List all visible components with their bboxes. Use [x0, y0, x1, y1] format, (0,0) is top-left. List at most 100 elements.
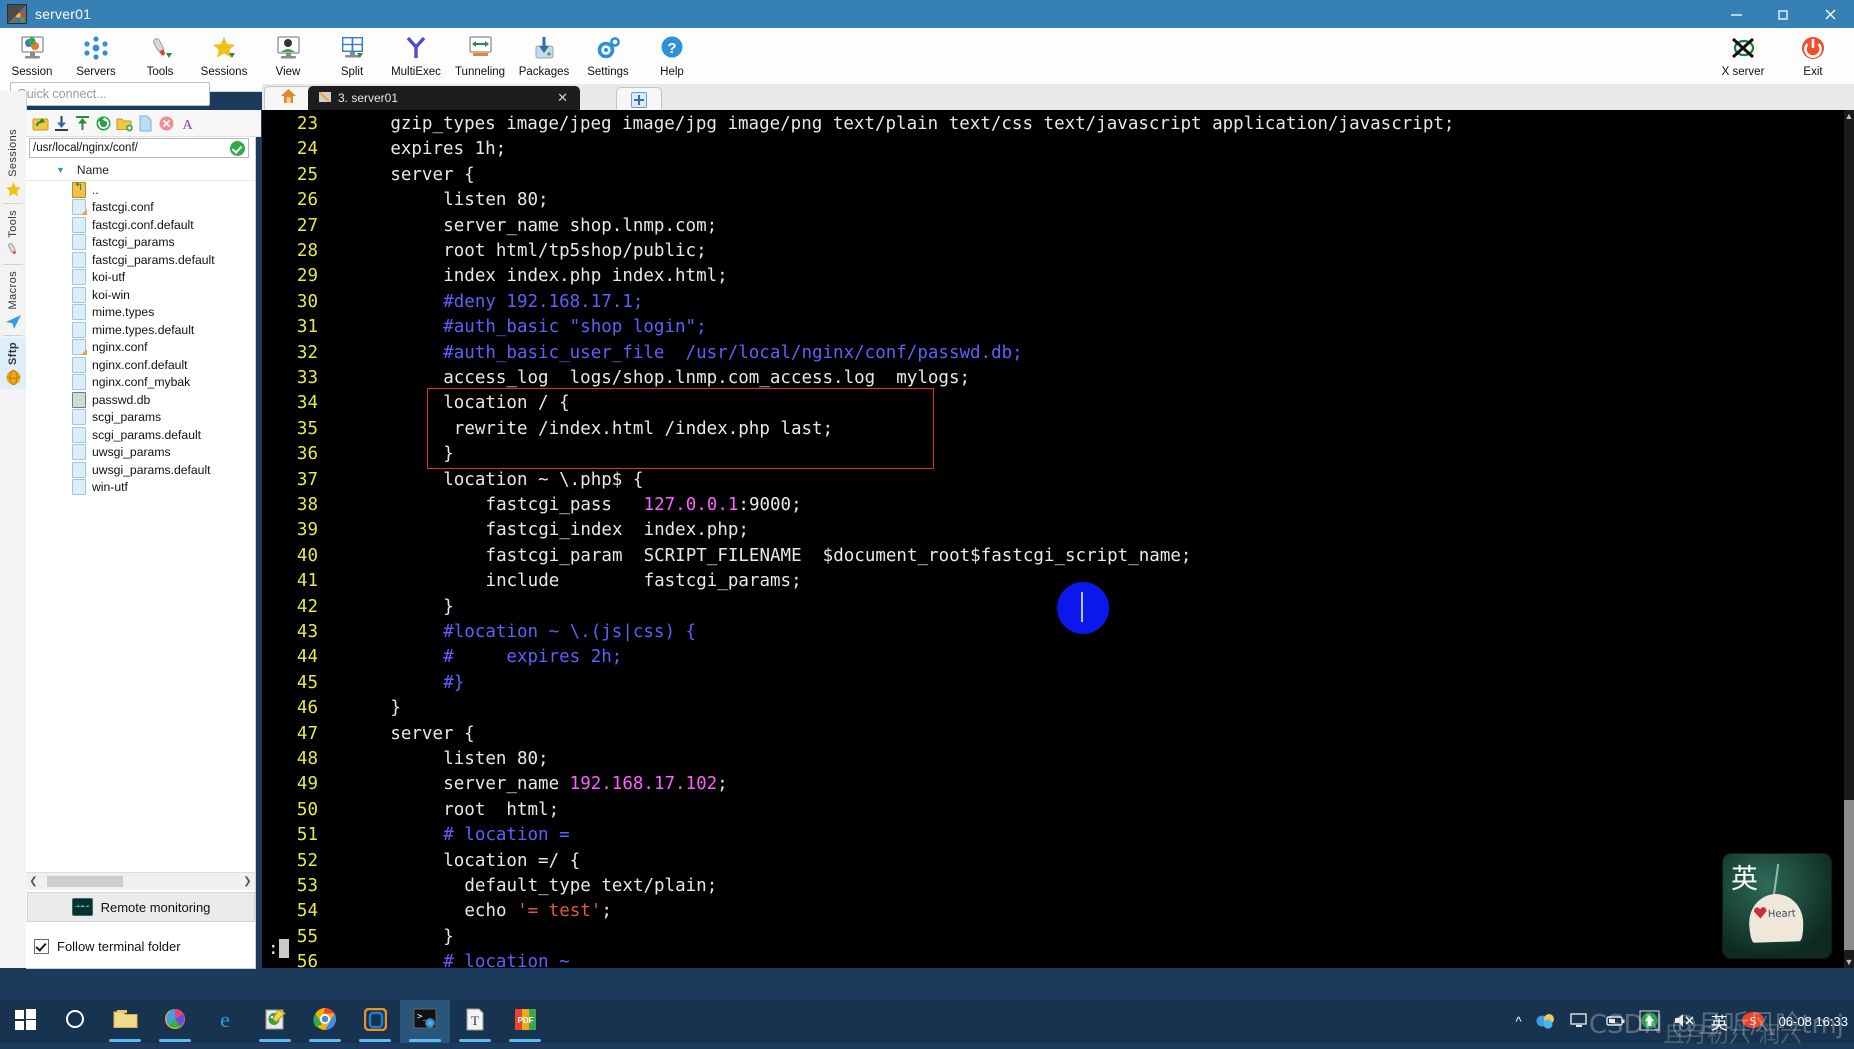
up-arrow-circle-icon[interactable]: [1639, 1010, 1660, 1034]
list-item[interactable]: uwsgi_params.default: [26, 461, 255, 479]
sftp-toolbar: A: [26, 110, 261, 137]
remote-monitoring-button[interactable]: Remote monitoring: [27, 892, 255, 922]
sogou-icon[interactable]: S: [1741, 1010, 1766, 1033]
ime-floating-panel[interactable]: 英: [1722, 853, 1832, 959]
clock-date-time: 06-08 16:33: [1778, 1014, 1848, 1029]
tab-server01[interactable]: 3. server01 ✕: [308, 86, 580, 110]
ribbon-session[interactable]: Session: [0, 30, 64, 78]
monitor-icon[interactable]: [1569, 1012, 1590, 1032]
ribbon-exit[interactable]: Exit: [1778, 30, 1848, 78]
vmware-button[interactable]: [350, 1000, 400, 1043]
sidebar-item-macros[interactable]: Macros: [0, 267, 26, 333]
follow-terminal-folder-checkbox[interactable]: Follow terminal folder: [34, 939, 181, 954]
quick-connect-input[interactable]: Quick connect...: [10, 82, 210, 106]
line-content: gzip_types image/jpeg image/jpg image/pn…: [390, 114, 1455, 134]
ribbon-multiexec[interactable]: MultiExec: [384, 30, 448, 78]
new-tab-button[interactable]: [616, 87, 662, 111]
ime-language-indicator[interactable]: 英: [1711, 1009, 1728, 1034]
list-item[interactable]: nginx.conf.default: [26, 356, 255, 374]
chrome-button[interactable]: [300, 1000, 350, 1043]
file-explorer-button[interactable]: [100, 1000, 150, 1043]
minimize-button[interactable]: [1713, 0, 1760, 28]
list-item[interactable]: uwsgi_params: [26, 444, 255, 462]
ribbon-settings[interactable]: Settings: [576, 30, 640, 78]
list-item[interactable]: koi-utf: [26, 269, 255, 287]
list-item[interactable]: scgi_params.default: [26, 426, 255, 444]
chevron-right-icon[interactable]: ❯: [240, 876, 255, 887]
list-item[interactable]: mime.types.default: [26, 321, 255, 339]
edge-browser-button[interactable]: e: [200, 1000, 250, 1043]
window-buttons: [1713, 0, 1854, 28]
ribbon-x-server[interactable]: X server: [1708, 30, 1778, 78]
terminal-line: 29 index index.php index.html;: [262, 264, 1846, 289]
mobaxterm-button[interactable]: >_: [400, 1000, 450, 1043]
list-item[interactable]: nginx.conf: [26, 339, 255, 357]
new-folder-icon[interactable]: [116, 115, 133, 132]
scroll-down-icon[interactable]: ▼: [1844, 956, 1854, 968]
checkbox-icon[interactable]: [34, 939, 49, 954]
ribbon-view[interactable]: View: [256, 30, 320, 78]
sftp-path-input[interactable]: /usr/local/nginx/conf/: [29, 138, 249, 158]
list-item[interactable]: win-utf: [26, 479, 255, 497]
ribbon-sessions[interactable]: Sessions: [192, 30, 256, 78]
sftp-column-header[interactable]: ▼ Name: [26, 160, 255, 181]
ribbon-tunneling[interactable]: Tunneling: [448, 30, 512, 78]
delete-icon[interactable]: [158, 115, 175, 132]
home-tab[interactable]: [264, 86, 313, 111]
speaker-mute-icon[interactable]: [1673, 1012, 1698, 1032]
line-content: fastcgi_pass 127.0.0.1:9000;: [485, 495, 802, 515]
text-mode-icon[interactable]: A: [179, 115, 196, 133]
terminal-line: 33 access_log logs/shop.lnmp.com_access.l…: [262, 366, 1846, 391]
chevron-up-icon[interactable]: ^: [1515, 1014, 1521, 1029]
list-item[interactable]: fastcgi.conf.default: [26, 216, 255, 234]
list-item[interactable]: passwd.db: [26, 391, 255, 409]
chevron-left-icon[interactable]: ❮: [26, 876, 41, 887]
ribbon-x-server-label: X server: [1721, 66, 1765, 78]
list-item[interactable]: mime.types: [26, 304, 255, 322]
ribbon-tools[interactable]: Tools: [128, 30, 192, 78]
scroll-up-icon[interactable]: ▲: [1844, 110, 1854, 122]
list-item[interactable]: ..: [26, 181, 255, 199]
parent-folder-icon[interactable]: [32, 115, 49, 132]
line-number: 46: [296, 698, 318, 719]
restore-button[interactable]: [1760, 0, 1807, 28]
list-item[interactable]: fastcgi.conf: [26, 199, 255, 217]
cloud-icon[interactable]: [1535, 1012, 1556, 1032]
photos-button[interactable]: [150, 1000, 200, 1043]
start-button[interactable]: [0, 1000, 50, 1043]
sftp-horizontal-scrollbar[interactable]: ❮ ❯: [26, 872, 255, 890]
ribbon-split[interactable]: Split: [320, 30, 384, 78]
list-item[interactable]: fastcgi_params.default: [26, 251, 255, 269]
sidebar-item-tools[interactable]: Tools: [0, 206, 26, 262]
pdf-reader-button[interactable]: PDF: [500, 1000, 550, 1043]
tunneling-icon: [467, 33, 494, 63]
scroll-track[interactable]: [41, 875, 240, 888]
terminal-output[interactable]: 23 gzip_types image/jpeg image/jpg image/…: [262, 110, 1846, 968]
line-number: 44: [296, 647, 318, 668]
ribbon-servers[interactable]: Servers: [64, 30, 128, 78]
ribbon-packages[interactable]: Packages: [512, 30, 576, 78]
upload-icon[interactable]: [74, 115, 91, 132]
notepadpp-button[interactable]: [250, 1000, 300, 1043]
scroll-thumb[interactable]: [1844, 800, 1854, 950]
download-icon[interactable]: [53, 115, 70, 132]
vim-command-prompt[interactable]: :: [268, 937, 289, 962]
refresh-icon[interactable]: [95, 115, 112, 132]
battery-icon[interactable]: [1603, 1012, 1626, 1032]
line-content: #deny 192.168.17.1;: [443, 291, 644, 312]
taskbar-clock[interactable]: 06-08 16:33: [1779, 1014, 1848, 1029]
cortana-button[interactable]: [50, 1000, 100, 1043]
terminal-scrollbar[interactable]: ▲ ▼: [1844, 110, 1854, 968]
typora-button[interactable]: T: [450, 1000, 500, 1043]
new-file-icon[interactable]: [137, 115, 154, 132]
list-item[interactable]: nginx.conf_mybak: [26, 374, 255, 392]
list-item[interactable]: koi-win: [26, 286, 255, 304]
sidebar-item-sessions[interactable]: Sessions: [0, 125, 26, 201]
close-icon[interactable]: ✕: [557, 90, 568, 106]
ribbon-help[interactable]: ? Help: [640, 30, 704, 78]
scroll-thumb[interactable]: [47, 876, 123, 887]
close-button[interactable]: [1807, 0, 1854, 28]
list-item[interactable]: fastcgi_params: [26, 234, 255, 252]
sidebar-item-sftp[interactable]: Sftp: [0, 338, 26, 389]
list-item[interactable]: scgi_params: [26, 409, 255, 427]
